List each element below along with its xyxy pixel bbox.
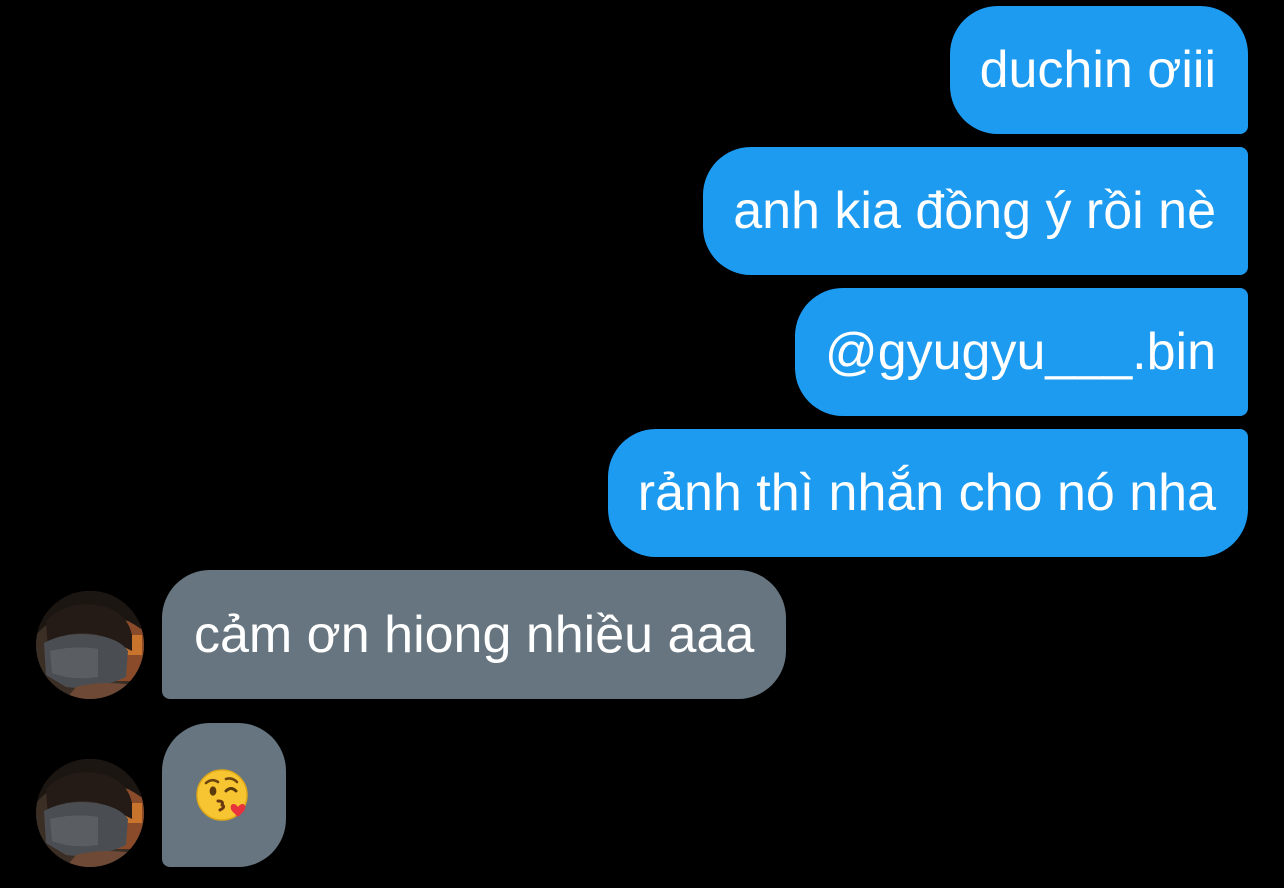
message-text: anh kia đồng ý rồi nè: [733, 182, 1216, 240]
message-text: duchin ơiii: [979, 41, 1216, 99]
kissing-face-emoji-icon: [196, 769, 248, 821]
incoming-message-bubble[interactable]: 😘: [162, 723, 286, 867]
dm-conversation: duchin ơiii anh kia đồng ý rồi nè @gyugy…: [0, 0, 1284, 888]
outgoing-message-bubble[interactable]: @gyugyu___.bin: [794, 288, 1248, 416]
avatar-photo-icon: [36, 591, 144, 699]
message-text: @gyugyu___.bin: [824, 323, 1216, 381]
outgoing-message-bubble[interactable]: duchin ơiii: [949, 6, 1248, 134]
sender-avatar[interactable]: [36, 591, 144, 699]
sender-avatar[interactable]: [36, 759, 144, 867]
avatar-photo-icon: [36, 759, 144, 867]
incoming-message-bubble[interactable]: cảm ơn hiong nhiều aaa: [162, 570, 787, 699]
outgoing-message-bubble[interactable]: rảnh thì nhắn cho nó nha: [607, 429, 1248, 557]
message-text: cảm ơn hiong nhiều aaa: [194, 605, 755, 664]
outgoing-message-bubble[interactable]: anh kia đồng ý rồi nè: [703, 147, 1248, 275]
message-text: rảnh thì nhắn cho nó nha: [637, 464, 1216, 522]
